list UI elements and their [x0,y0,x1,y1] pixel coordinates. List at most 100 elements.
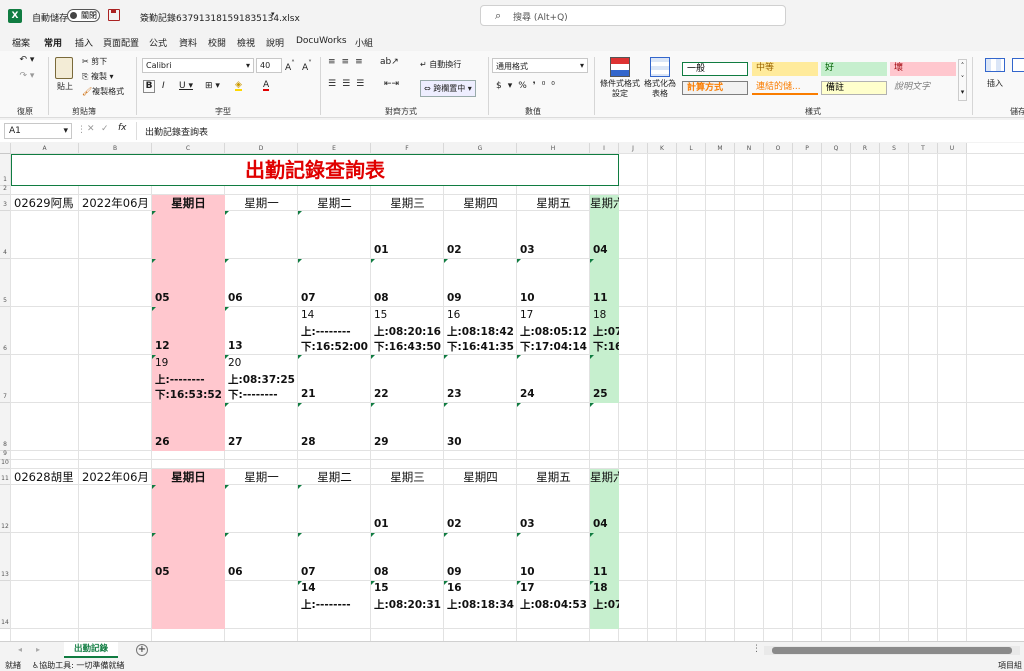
weekday-header[interactable]: 星期一 [225,469,298,485]
style-calculation[interactable]: 計算方式 [682,81,748,95]
tab-scroll-dots[interactable]: ⋮ [752,644,761,654]
conditional-format-icon[interactable] [610,57,630,77]
tab-formulas[interactable]: 公式 [149,36,167,49]
day-number[interactable]: 08 [374,292,444,304]
wrap-text-button[interactable]: ↵ 自動換行 [420,59,461,70]
attendance-time[interactable]: 上:07:49:37 [593,597,619,612]
delete-cells-icon[interactable] [1012,58,1024,72]
weekday-header[interactable]: 星期五 [517,469,590,485]
day-number[interactable]: 16 [447,309,517,321]
month-label[interactable]: 2022年06月 [82,196,152,211]
add-sheet-icon[interactable]: + [136,644,148,656]
cancel-icon[interactable]: ✕ [87,124,95,134]
weekday-header[interactable]: 星期日 [152,195,225,211]
search-box[interactable]: ⌕ 搜尋 (Alt+Q) [480,5,786,26]
attendance-time[interactable]: 上:08:18:34 [447,597,517,612]
horizontal-align-icons[interactable]: ☰☰☰ [328,79,370,89]
employee-name[interactable]: 02629阿馬 [14,196,79,211]
employee-name[interactable]: 02628胡里 [14,470,79,485]
day-number[interactable]: 01 [374,244,444,256]
day-number[interactable]: 02 [447,244,517,256]
weekday-header[interactable]: 星期三 [371,469,444,485]
day-number[interactable]: 26 [155,436,225,448]
shrink-font-icon[interactable]: A˅ [302,59,312,73]
tab-review[interactable]: 校閱 [208,36,226,49]
tab-docuworks[interactable]: DocuWorks [296,36,347,46]
weekday-header[interactable]: 星期日 [152,469,225,485]
style-note[interactable]: 備註 [821,81,887,95]
font-size-select[interactable]: 40 [256,58,282,73]
select-all[interactable] [0,143,11,154]
underline-button[interactable]: U ▾ [179,81,193,91]
day-number[interactable]: 09 [447,566,517,578]
day-number[interactable]: 22 [374,388,444,400]
sheet-tab-active[interactable]: 出勤記錄 [64,642,118,658]
day-number[interactable]: 06 [228,566,298,578]
day-number[interactable]: 10 [520,566,590,578]
day-number[interactable]: 02 [447,518,517,530]
day-number[interactable]: 14 [301,582,371,594]
style-normal[interactable]: 一般 [682,62,748,76]
day-number[interactable]: 25 [593,388,619,400]
day-number[interactable]: 15 [374,309,444,321]
font-color-icon[interactable]: A [263,80,270,91]
day-number[interactable]: 10 [520,292,590,304]
day-number[interactable]: 19 [155,357,225,369]
attendance-time[interactable]: 下:16:53:52 [155,387,225,402]
merge-center-button[interactable]: ⇔ 跨欄置中 ▾ [420,80,476,97]
tab-view[interactable]: 檢視 [237,36,255,49]
bold-button[interactable]: B [143,80,155,93]
tab-team[interactable]: 小組 [355,36,373,49]
weekday-header[interactable]: 星期四 [444,469,517,485]
day-number[interactable]: 03 [520,518,590,530]
attendance-time[interactable]: 上:07:49:51 [593,324,619,339]
day-number[interactable]: 27 [228,436,298,448]
attendance-time[interactable]: 下:16:52:00 [301,339,371,354]
day-number[interactable]: 16 [447,582,517,594]
day-number[interactable]: 12 [155,340,225,352]
accessibility-status[interactable]: ♿協助工具: 一切準備就緒 [32,660,124,671]
day-number[interactable]: 07 [301,566,371,578]
save-icon[interactable] [108,9,120,21]
horizontal-scrollbar[interactable] [764,646,1020,655]
day-number[interactable]: 13 [228,340,298,352]
day-number[interactable]: 01 [374,518,444,530]
insert-button[interactable]: 插入 [987,78,1003,89]
prev-sheet-icon[interactable]: ◂ [18,645,22,654]
scrollbar-thumb[interactable] [772,647,1012,654]
font-name-select[interactable]: Calibri ▾ [142,58,254,73]
day-number[interactable]: 08 [374,566,444,578]
copy-button[interactable]: ⎘ 複製 ▾ [82,71,114,82]
weekday-header[interactable]: 星期三 [371,195,444,211]
tab-page-layout[interactable]: 頁面配置 [103,36,139,49]
weekday-header[interactable]: 星期四 [444,195,517,211]
insert-cells-icon[interactable] [985,58,1005,72]
file-name[interactable]: 簽勤記錄637913181591835134.xlsx [140,11,300,24]
chevron-down-icon[interactable]: ▾ [271,10,275,18]
month-label[interactable]: 2022年06月 [82,470,152,485]
day-number[interactable]: 20 [228,357,298,369]
attendance-time[interactable]: 下:16:45:34 [593,339,619,354]
day-number[interactable]: 30 [447,436,517,448]
worksheet-grid[interactable]: ABCDEFGHIJKLMNOPQRSTU 1 2 3 4 5 6 7 8 9 10 11 12 13 1… [0,143,1024,641]
tab-help[interactable]: 說明 [266,36,284,49]
day-number[interactable]: 11 [593,566,619,578]
format-as-table-button[interactable]: 格式化為表格 [642,79,678,99]
weekday-header[interactable]: 星期六 [590,195,619,211]
style-linked-cell[interactable]: 連結的儲... [752,81,818,95]
cut-button[interactable]: ✂ 剪下 [82,56,107,67]
format-painter-button[interactable]: 🖌複製格式 [82,86,124,97]
day-number[interactable]: 15 [374,582,444,594]
attendance-time[interactable]: 上:08:37:25 [228,372,298,387]
attendance-time[interactable]: 上:08:20:16 [374,324,444,339]
day-number[interactable]: 23 [447,388,517,400]
style-neutral[interactable]: 中等 [752,62,818,76]
attendance-time[interactable]: 上:-------- [155,372,225,387]
attendance-time[interactable]: 下:17:04:14 [520,339,590,354]
tab-data[interactable]: 資料 [179,36,197,49]
day-number[interactable]: 17 [520,309,590,321]
orientation-icon[interactable]: ab↗ [380,57,399,67]
day-number[interactable]: 09 [447,292,517,304]
day-number[interactable]: 21 [301,388,371,400]
style-bad[interactable]: 壞 [890,62,956,76]
